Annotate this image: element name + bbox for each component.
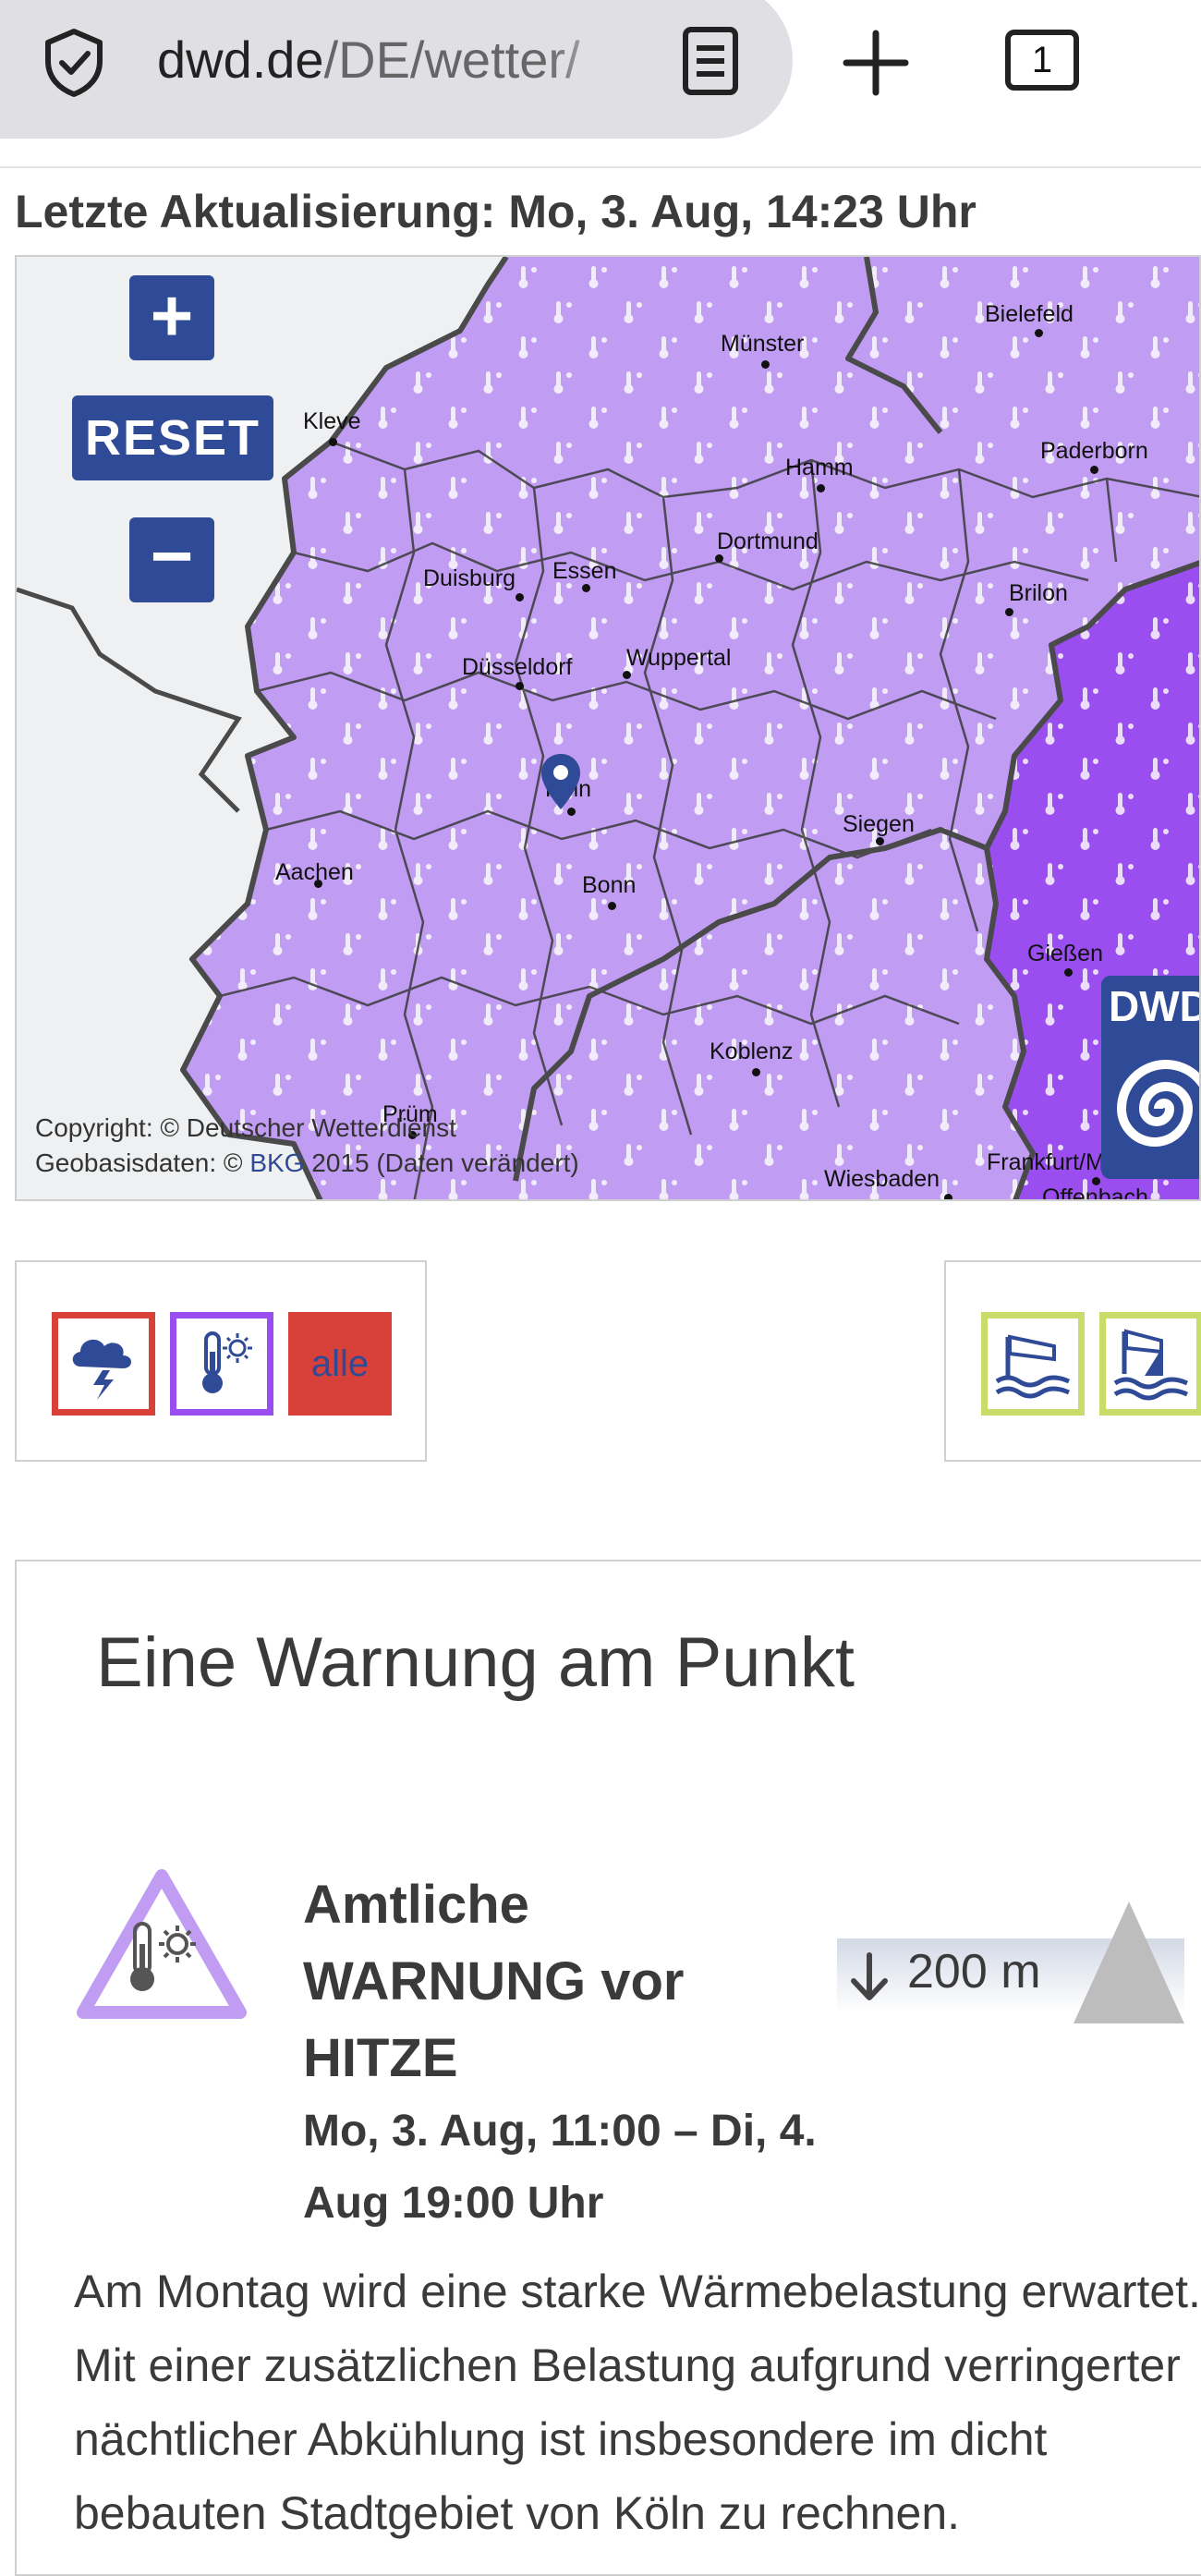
warning-time: Mo, 3. Aug, 11:00 – Di, 4. Aug 19:00 Uhr [303, 2107, 817, 2228]
last-update-text: Letzte Aktualisierung: Mo, 3. Aug, 14:23… [15, 186, 977, 237]
all-filter-button[interactable]: alle [288, 1312, 392, 1416]
heat-icon [202, 1331, 252, 1393]
city-label: Koblenz [710, 1039, 794, 1064]
url-text[interactable]: dwd.de/DE/wetter/ [157, 28, 628, 92]
coastal-filter-group [944, 1260, 1201, 1462]
browser-toolbar: dwd.de/DE/wetter/ 1 [0, 0, 1201, 168]
city-label: Duisburg [423, 565, 516, 591]
new-tab-plus-icon[interactable] [841, 28, 911, 98]
city-label: Gießen [1027, 941, 1103, 966]
warning-description: Am Montag wird eine starke Wärmebelastun… [74, 2266, 1201, 2539]
url-domain: dwd.de [157, 30, 324, 89]
copyright-line-2: Geobasisdaten: © BKG 2015 (Daten verände… [35, 1148, 579, 1177]
sailing-wind-icon [1113, 1329, 1189, 1401]
warning-heading: Eine Warnung am Punkt [96, 1623, 855, 1702]
bkg-link[interactable]: BKG [249, 1148, 304, 1177]
tab-count-icon[interactable]: 1 [1005, 30, 1079, 91]
reader-mode-icon[interactable] [674, 24, 746, 98]
heat-filter-button[interactable] [170, 1312, 273, 1416]
warning-filter-group: alle [15, 1260, 427, 1462]
thunderstorm-icon [72, 1339, 131, 1400]
dwd-spiral-icon [1116, 1060, 1199, 1147]
mountain-icon [1074, 1902, 1184, 2023]
copyright-line-1: Copyright: © Deutscher Wetterdienst [35, 1113, 456, 1142]
city-label: Bielefeld [985, 301, 1074, 327]
url-path: /DE/wetter/ [323, 30, 580, 89]
city-label: Wuppertal [626, 645, 732, 671]
city-label: Bonn [582, 872, 637, 898]
coastal-wind-filter-button[interactable] [981, 1312, 1085, 1416]
city-label: Münster [721, 331, 805, 357]
city-label: Frankfurt/M [987, 1149, 1105, 1175]
zoom-out-button[interactable]: − [129, 517, 214, 602]
warning-card: Eine Warnung am Punkt Amtliche WARNUNG v… [15, 1560, 1201, 2576]
altitude-indicator: 200 m [837, 1902, 1184, 2023]
city-label: Offenbach [1042, 1185, 1148, 1201]
city-label: Wiesbaden [824, 1166, 940, 1192]
heat-warning-icon [77, 1869, 247, 2019]
address-bar[interactable]: dwd.de/DE/wetter/ [0, 0, 793, 139]
warning-title: Amtliche WARNUNG vor HITZE [303, 1875, 685, 2088]
city-label: Siegen [843, 811, 915, 837]
sailing-wind-filter-button[interactable] [1099, 1312, 1201, 1416]
reset-button[interactable]: RESET [72, 395, 273, 480]
city-label: Brilon [1009, 580, 1068, 606]
shield-icon[interactable] [37, 26, 111, 100]
dwd-logo-text: DWD [1109, 982, 1201, 1030]
coastal-wind-icon [995, 1334, 1071, 1399]
city-label: Hamm [785, 455, 854, 480]
location-pin-icon[interactable] [540, 752, 582, 811]
city-label: Kleve [303, 408, 361, 434]
city-label: Paderborn [1040, 438, 1148, 464]
city-label: Essen [552, 558, 617, 584]
warning-map[interactable]: + RESET − Münster Bielefeld Kleve Hamm P… [15, 255, 1201, 1201]
map-copyright: Copyright: © Deutscher Wetterdienst Geob… [35, 1111, 579, 1181]
dwd-logo[interactable]: DWD [1101, 976, 1201, 1179]
zoom-in-button[interactable]: + [129, 275, 214, 360]
city-label: Dortmund [717, 529, 819, 554]
arrow-down-icon [851, 1952, 888, 2000]
thunderstorm-filter-button[interactable] [52, 1312, 155, 1416]
altitude-value: 200 m [907, 1945, 1041, 1999]
city-label: Düsseldorf [462, 654, 573, 680]
